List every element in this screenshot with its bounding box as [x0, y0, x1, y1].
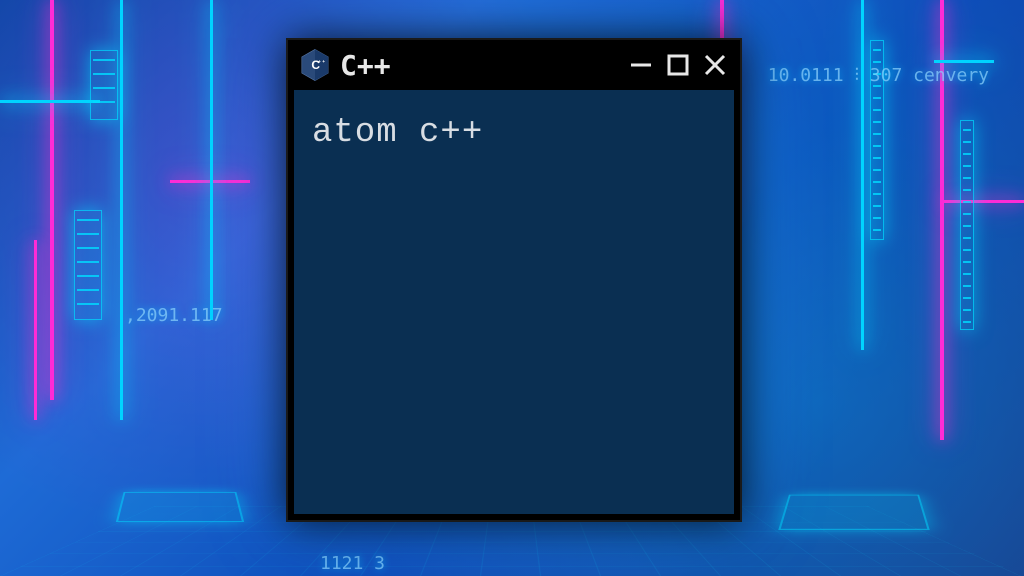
bg-text: ,2091.117 — [125, 305, 223, 326]
window-title: C++ — [340, 49, 618, 82]
cpp-logo-icon: C + + — [300, 48, 330, 82]
minimize-button[interactable] — [628, 52, 654, 78]
dash-bar — [74, 210, 102, 320]
dash-bar — [960, 120, 974, 330]
neon-line — [50, 0, 54, 400]
maximize-button[interactable] — [666, 53, 690, 77]
floor-tile — [778, 495, 929, 530]
bg-text: 1121 3 — [320, 553, 385, 574]
neon-line — [944, 200, 1024, 203]
bg-text: 10.0111 ⫶ 307 cenvery — [768, 65, 989, 86]
titlebar[interactable]: C + + C++ — [288, 40, 740, 90]
svg-text:+: + — [318, 60, 321, 65]
floor-tile — [116, 492, 244, 522]
terminal-body[interactable]: atom c++ — [294, 90, 734, 514]
neon-line — [0, 100, 100, 103]
close-button[interactable] — [702, 52, 728, 78]
neon-line — [120, 0, 123, 420]
dash-bar — [90, 50, 118, 120]
neon-line — [934, 60, 994, 63]
svg-text:+: + — [322, 60, 325, 65]
neon-line — [34, 240, 37, 420]
neon-line — [210, 0, 213, 320]
window-controls — [628, 52, 728, 78]
terminal-window: C + + C++ atom c++ — [286, 38, 742, 522]
terminal-text: atom c++ — [312, 114, 716, 152]
neon-line — [861, 0, 864, 350]
